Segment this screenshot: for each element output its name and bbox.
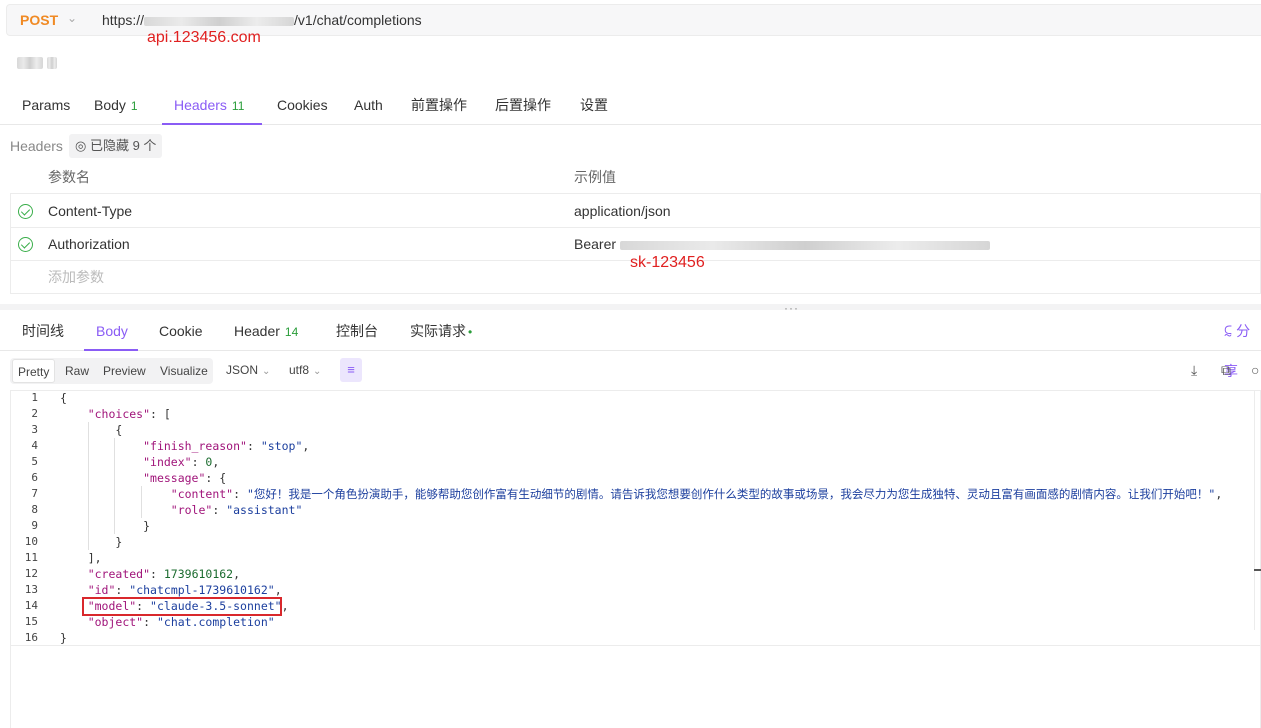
header-value[interactable]: application/json: [574, 195, 671, 228]
panel-splitter[interactable]: [0, 304, 1261, 310]
code-line: }: [60, 631, 67, 645]
tab-timeline[interactable]: 时间线: [22, 311, 64, 351]
code-line: }: [60, 519, 151, 533]
search-icon[interactable]: ○: [1251, 362, 1259, 378]
line-number: 16: [24, 631, 38, 644]
code-line: "finish_reason": "stop",: [143, 439, 310, 453]
code-line: "created": 1739610162,: [87, 567, 241, 581]
line-number: 12: [24, 567, 38, 580]
model-highlight-box: [82, 597, 282, 616]
chevron-down-icon: ⌄: [262, 366, 271, 377]
code-line: "index": 0,: [143, 455, 220, 469]
line-number: 5: [31, 455, 38, 468]
active-tab-indicator: [84, 349, 138, 351]
chevron-down-icon: ⌄: [313, 366, 322, 377]
line-number: 15: [24, 615, 38, 628]
chevron-down-icon[interactable]: ⌄: [67, 11, 77, 25]
code-line: ],: [60, 551, 102, 565]
view-mode-preview[interactable]: Preview: [98, 359, 151, 383]
url-input[interactable]: https:// /v1/chat/completions: [102, 12, 422, 28]
table-row: Content-Type application/json: [10, 195, 1261, 228]
line-number: 13: [24, 583, 38, 596]
tab-actual-request[interactable]: 实际请求 •: [410, 311, 472, 351]
headers-label: Headers: [10, 138, 63, 154]
scrollbar-thumb[interactable]: [1254, 569, 1261, 571]
line-number: 6: [31, 471, 38, 484]
enabled-check-icon[interactable]: [18, 204, 33, 219]
headers-table-head: 参数名 示例值: [10, 161, 1261, 194]
tab-pre-ops[interactable]: 前置操作: [411, 85, 467, 125]
wrap-lines-icon[interactable]: ≡: [340, 358, 362, 382]
tab-response-header[interactable]: Header 14: [234, 311, 298, 351]
header-name[interactable]: Content-Type: [48, 195, 132, 228]
share-button[interactable]: ⫇ 分享: [1224, 311, 1261, 379]
tab-cookies[interactable]: Cookies: [277, 85, 328, 125]
add-param-placeholder[interactable]: 添加参数: [48, 261, 104, 294]
line-number: 4: [31, 439, 38, 452]
line-number: 2: [31, 407, 38, 420]
tab-params[interactable]: Params: [22, 85, 70, 125]
code-line: }: [60, 535, 123, 549]
line-number: 7: [31, 487, 38, 500]
encoding-select[interactable]: utf8 ⌄: [289, 363, 321, 377]
tab-body[interactable]: Body 1: [94, 85, 138, 125]
column-header-name: 参数名: [48, 169, 90, 185]
line-number: 11: [24, 551, 38, 564]
code-line: "message": {: [143, 471, 227, 485]
view-mode-visualize[interactable]: Visualize: [155, 359, 213, 383]
editor-bottom-border: [10, 645, 1261, 646]
code-line: "choices": [: [87, 407, 171, 421]
tab-settings[interactable]: 设置: [580, 85, 608, 125]
header-name[interactable]: Authorization: [48, 228, 130, 261]
line-number: 1: [31, 391, 38, 404]
tab-headers[interactable]: Headers 11: [174, 85, 244, 125]
key-annotation: sk-123456: [630, 254, 705, 271]
line-number: 14: [24, 599, 38, 612]
url-prefix: https://: [102, 12, 145, 28]
active-tab-indicator: [162, 123, 262, 125]
code-line: "content": "您好！我是一个角色扮演助手，能够帮助您创作富有生动细节的…: [170, 487, 1223, 501]
request-name-redacted: [17, 54, 57, 70]
response-tabs: 时间线 Body Cookie Header 14 控制台 实际请求 • ⫇ 分享: [0, 311, 1261, 379]
tab-cookie[interactable]: Cookie: [159, 311, 203, 351]
code-line: "object": "chat.completion": [87, 615, 275, 629]
line-number: 9: [31, 519, 38, 532]
code-line: {: [60, 423, 123, 437]
copy-icon[interactable]: ⧉: [1221, 362, 1231, 379]
code-line: "id": "chatcmpl-1739610162",: [87, 583, 282, 597]
download-icon[interactable]: ⤓: [1191, 362, 1197, 379]
view-mode-pretty[interactable]: Pretty: [12, 359, 56, 383]
share-icon: ⫇: [1224, 323, 1233, 339]
view-mode-raw[interactable]: Raw: [60, 359, 94, 383]
url-path: /v1/chat/completions: [294, 12, 422, 28]
request-tabs: Params Body 1 Headers 11 Cookies Auth 前置操作…: [0, 85, 1261, 125]
tab-response-body[interactable]: Body: [96, 311, 128, 351]
scrollbar-track[interactable]: [1254, 390, 1255, 630]
url-annotation: api.123456.com: [147, 29, 261, 46]
format-select[interactable]: JSON ⌄: [226, 363, 270, 377]
tab-auth[interactable]: Auth: [354, 85, 383, 125]
code-line: {: [60, 391, 67, 405]
column-header-value: 示例值: [574, 169, 616, 185]
token-redacted: [619, 240, 990, 250]
tab-console[interactable]: 控制台: [336, 311, 378, 351]
method-select[interactable]: POST: [20, 12, 58, 28]
enabled-check-icon[interactable]: [18, 237, 33, 252]
line-number: 3: [31, 423, 38, 436]
tab-post-ops[interactable]: 后置操作: [495, 85, 551, 125]
line-number: 10: [24, 535, 38, 548]
code-line: "role": "assistant": [170, 503, 303, 517]
hidden-headers-chip[interactable]: ◎ 已隐藏 9 个: [69, 134, 163, 158]
url-host-redacted: [144, 16, 295, 26]
line-number: 8: [31, 503, 38, 516]
eye-icon: ◎: [75, 138, 87, 153]
